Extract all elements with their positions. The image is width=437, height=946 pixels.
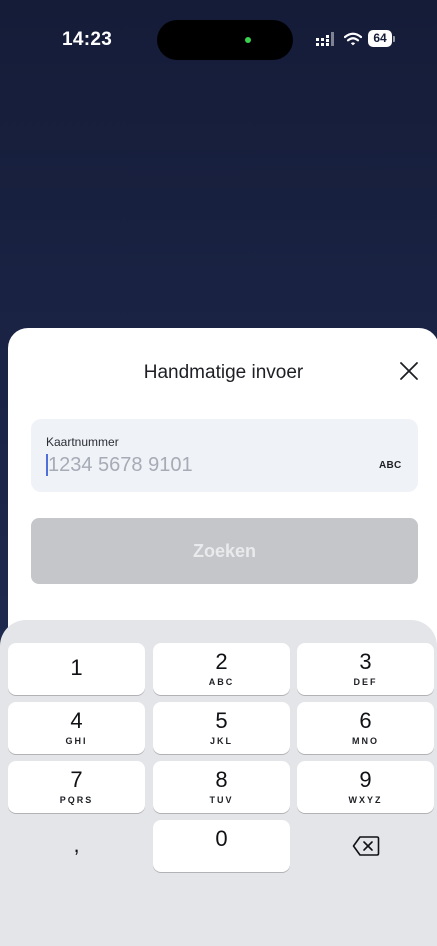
key-digit: 3 — [359, 649, 372, 674]
key-digit: 5 — [215, 708, 228, 733]
key-letters: JKL — [209, 736, 233, 746]
key-letters: ABC — [208, 677, 235, 687]
key-comma[interactable]: , — [8, 820, 145, 872]
key-comma-label: , — [73, 832, 80, 857]
key-5[interactable]: 5 JKL — [153, 702, 290, 754]
search-button[interactable]: Zoeken — [31, 518, 418, 584]
battery-icon: 64 — [368, 30, 395, 47]
sheet-title: Handmatige invoer — [143, 362, 304, 383]
key-0[interactable]: 0 — [153, 820, 290, 872]
key-digit: 0 — [215, 826, 228, 851]
battery-tip — [393, 35, 395, 42]
key-1[interactable]: 1 — [8, 643, 145, 695]
key-digit: 9 — [359, 767, 372, 792]
backspace-icon — [352, 836, 379, 856]
key-letters: GHI — [65, 736, 88, 746]
close-icon — [400, 362, 418, 380]
backspace-key[interactable] — [297, 820, 434, 872]
key-letters: MNO — [352, 736, 379, 746]
key-6[interactable]: 6 MNO — [297, 702, 434, 754]
close-button[interactable] — [396, 358, 422, 384]
key-digit: 1 — [70, 655, 83, 680]
status-indicators: 64 — [316, 30, 395, 47]
key-letters: PQRS — [59, 795, 94, 805]
key-3[interactable]: 3 DEF — [297, 643, 434, 695]
battery-level: 64 — [368, 30, 392, 47]
card-number-field[interactable]: Kaartnummer ABC — [31, 419, 418, 492]
key-digit: 8 — [215, 767, 228, 792]
key-2[interactable]: 2 ABC — [153, 643, 290, 695]
key-digit: 7 — [70, 767, 83, 792]
card-number-input[interactable] — [48, 450, 348, 480]
status-time: 14:23 — [62, 29, 113, 50]
camera-indicator-icon — [245, 37, 251, 43]
cellular-signal-icon — [316, 31, 334, 46]
key-9[interactable]: 9 WXYZ — [297, 761, 434, 813]
key-digit: 6 — [359, 708, 372, 733]
wifi-icon — [344, 32, 362, 45]
key-digit: 4 — [70, 708, 83, 733]
key-letters: DEF — [353, 677, 378, 687]
key-7[interactable]: 7 PQRS — [8, 761, 145, 813]
key-4[interactable]: 4 GHI — [8, 702, 145, 754]
card-number-label: Kaartnummer — [46, 435, 119, 449]
status-bar: 14:23 64 — [0, 0, 437, 80]
key-8[interactable]: 8 TUV — [153, 761, 290, 813]
numeric-keypad: 1 2 ABC 3 DEF 4 GHI 5 JKL 6 MNO 7 PQRS 8… — [0, 620, 437, 946]
key-letters: WXYZ — [348, 795, 383, 805]
screen: 14:23 64 Handmatige invoer Kaartnummer 1… — [0, 0, 437, 946]
keyboard-toggle-button[interactable]: ABC — [379, 460, 402, 471]
key-letters: TUV — [209, 795, 234, 805]
key-digit: 2 — [215, 649, 228, 674]
dynamic-island — [157, 20, 293, 60]
